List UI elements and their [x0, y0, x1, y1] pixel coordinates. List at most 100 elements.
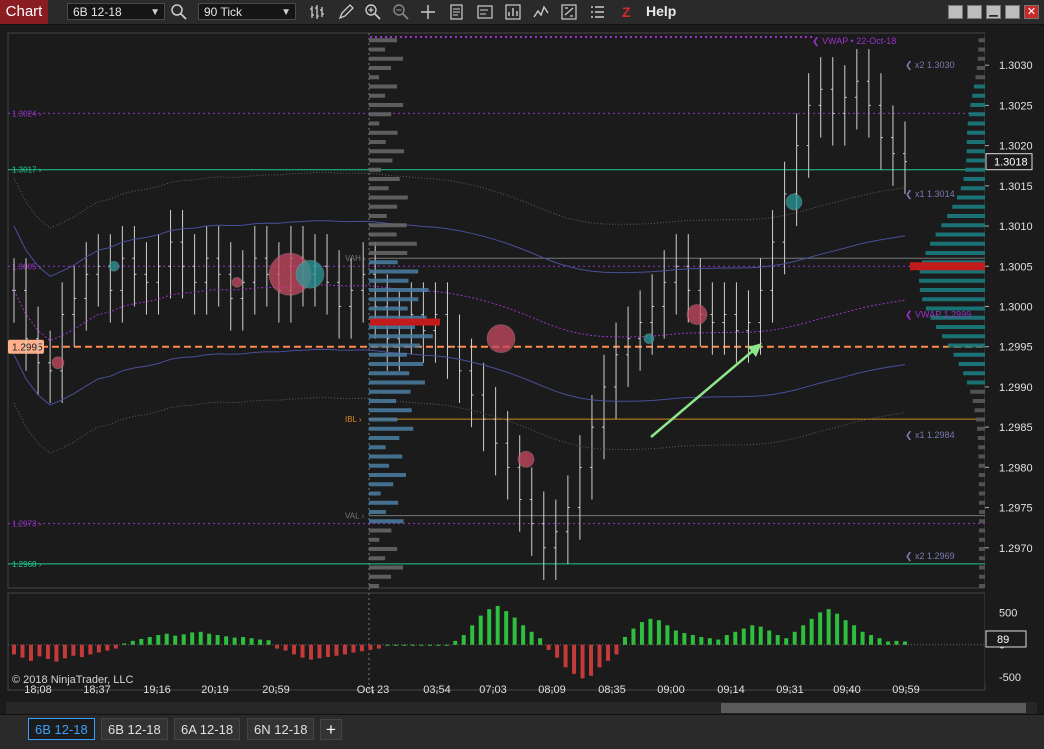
volume-profile-bar — [369, 47, 386, 52]
volume-profile-bar — [369, 278, 409, 283]
pencil-icon[interactable] — [337, 3, 355, 21]
crosshair-icon[interactable] — [419, 3, 437, 21]
volume-bar — [359, 644, 364, 652]
help-menu[interactable]: Help — [646, 3, 676, 19]
volume-profile-bar — [978, 473, 985, 477]
volume-profile-bar — [978, 547, 985, 551]
tab-6b-active[interactable]: 6B 12-18 — [28, 718, 95, 740]
interval-selector[interactable]: 90 Tick ▼ — [198, 3, 296, 20]
volume-profile-bar — [975, 75, 985, 80]
volume-profile-bar — [369, 556, 386, 561]
volume-bar — [529, 631, 534, 645]
properties-icon[interactable] — [448, 3, 466, 21]
volume-profile-bar — [369, 251, 408, 255]
volume-profile-bar — [978, 47, 985, 52]
bar-type-icon[interactable] — [308, 3, 326, 21]
volume-profile-bar — [369, 66, 392, 70]
volume-bar — [504, 611, 509, 645]
volume-profile-bar — [369, 500, 399, 505]
volume-profile-bar — [369, 528, 392, 533]
maximize-button[interactable] — [1005, 5, 1020, 19]
volume-bar — [707, 638, 712, 645]
volume-profile-bar — [369, 93, 386, 98]
list-icon[interactable] — [588, 3, 606, 21]
volume-bar — [639, 622, 644, 645]
strategy-icon[interactable] — [504, 3, 522, 21]
window-option-button[interactable] — [948, 5, 963, 19]
volume-profile-bar — [369, 454, 403, 459]
volume-profile-bar — [369, 547, 398, 551]
volume-bar — [258, 639, 263, 645]
instrument-selector[interactable]: 6B 12-18 ▼ — [67, 3, 165, 20]
add-tab-button[interactable]: + — [320, 719, 342, 740]
band-label: ❮ x2 1.3030 — [905, 60, 955, 71]
volume-profile-bar — [369, 158, 393, 163]
volume-bar — [444, 644, 449, 646]
volume-profile-bar — [369, 121, 380, 126]
search-icon[interactable] — [170, 3, 188, 21]
level-label: VAL › — [345, 512, 364, 521]
minimize-button[interactable]: ▁ — [986, 5, 1001, 19]
volume-profile-bar — [952, 204, 985, 209]
volume-profile-bar — [369, 260, 398, 265]
indicator-icon[interactable] — [532, 3, 550, 21]
tab-6b[interactable]: 6B 12-18 — [101, 718, 168, 740]
volume-profile-bar — [941, 223, 985, 228]
volume-bar — [903, 641, 907, 645]
data-box-icon[interactable] — [560, 3, 578, 21]
window-option-button[interactable] — [967, 5, 982, 19]
volume-bar — [614, 644, 619, 655]
volume-bar — [869, 635, 874, 645]
volume-bar — [606, 644, 610, 661]
tab-6n[interactable]: 6N 12-18 — [247, 718, 315, 740]
volume-profile-bar — [919, 278, 985, 283]
volume-bar — [351, 644, 356, 653]
volume-profile-bar — [936, 325, 985, 329]
volume-profile-bar — [369, 75, 380, 80]
volume-bar — [122, 643, 127, 645]
template-icon[interactable] — [476, 3, 494, 21]
volume-bar — [716, 639, 721, 645]
z-icon[interactable]: Z — [622, 4, 631, 20]
volume-bar — [232, 637, 237, 645]
volume-bar — [207, 633, 212, 645]
volume-profile-bar — [369, 371, 410, 376]
band-label: ❮ x1 1.3014 — [905, 189, 955, 200]
volume-profile-bar — [369, 195, 408, 200]
volume-profile-bar — [935, 232, 985, 237]
chart-title-tag[interactable]: Chart — [0, 0, 48, 24]
volume-bar — [699, 636, 704, 645]
volume-bar — [198, 631, 203, 645]
scrollbar-thumb[interactable] — [721, 703, 1026, 713]
x-tick-label: 18:08 — [24, 684, 52, 696]
chart-canvas[interactable]: 1.3024 › 1.3017 › 1.3005 › 1.2995 1.2973 › 1.… — [0, 25, 1044, 702]
zoom-out-icon[interactable] — [392, 3, 410, 21]
tab-bar: 6B 12-18 6B 12-18 6A 12-18 6N 12-18 + — [0, 714, 1044, 749]
volume-profile-bar — [977, 436, 985, 440]
volume-bar — [215, 635, 220, 645]
poc-marker — [910, 262, 985, 271]
volume-profile-bar — [369, 38, 398, 43]
volume-bar — [292, 644, 297, 655]
chart-toolbar: Chart 6B 12-18 ▼ 90 Tick ▼ Z Help ▁ ✕ — [0, 0, 1044, 25]
volume-profile-bar — [369, 574, 392, 579]
volume-profile-bar — [978, 445, 985, 450]
volume-bar — [37, 644, 42, 657]
volume-profile-bar — [369, 380, 425, 385]
volume-bar — [156, 635, 161, 645]
horizontal-scrollbar[interactable] — [6, 702, 1037, 714]
volume-profile-bar — [958, 362, 985, 366]
volume-profile-bar — [919, 288, 985, 292]
zoom-in-icon[interactable] — [364, 3, 382, 21]
level-label: 1.2973 › — [12, 520, 42, 529]
volume-profile-bar — [369, 223, 407, 228]
volume-profile-bar — [978, 556, 985, 561]
volume-profile-bar — [978, 38, 985, 43]
chevron-down-icon: ▼ — [281, 7, 291, 18]
volume-profile-bar — [369, 130, 398, 135]
close-button[interactable]: ✕ — [1024, 5, 1039, 19]
y-tick-label: 1.3000 — [999, 301, 1033, 313]
volume-bar — [546, 644, 551, 650]
volume-bar — [300, 644, 305, 658]
tab-6a[interactable]: 6A 12-18 — [174, 718, 241, 740]
